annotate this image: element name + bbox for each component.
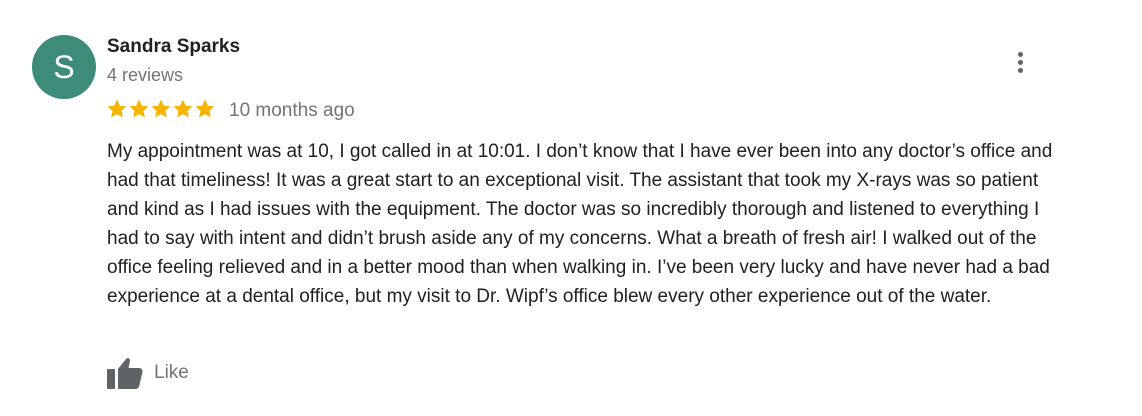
star-rating: [106, 98, 216, 120]
star-icon: [129, 99, 149, 118]
review-date: 10 months ago: [229, 100, 355, 121]
review-card: S Sandra Sparks 4 reviews 10 months ago …: [0, 0, 1142, 416]
reviewer-name[interactable]: Sandra Sparks: [107, 36, 240, 58]
more-options-button[interactable]: [1004, 46, 1036, 78]
thumbs-up-icon: [106, 356, 144, 390]
review-text: My appointment was at 10, I got called i…: [107, 141, 1053, 307]
star-icon: [107, 99, 127, 118]
avatar-letter: S: [53, 49, 75, 85]
reviewer-review-count[interactable]: 4 reviews: [107, 64, 183, 86]
like-button[interactable]: Like: [106, 356, 189, 390]
like-label: Like: [154, 362, 189, 383]
more-vert-icon: [1017, 51, 1023, 73]
star-icon: [151, 99, 171, 118]
star-icon: [173, 99, 193, 118]
star-icon: [195, 99, 215, 118]
avatar[interactable]: S: [32, 35, 96, 99]
